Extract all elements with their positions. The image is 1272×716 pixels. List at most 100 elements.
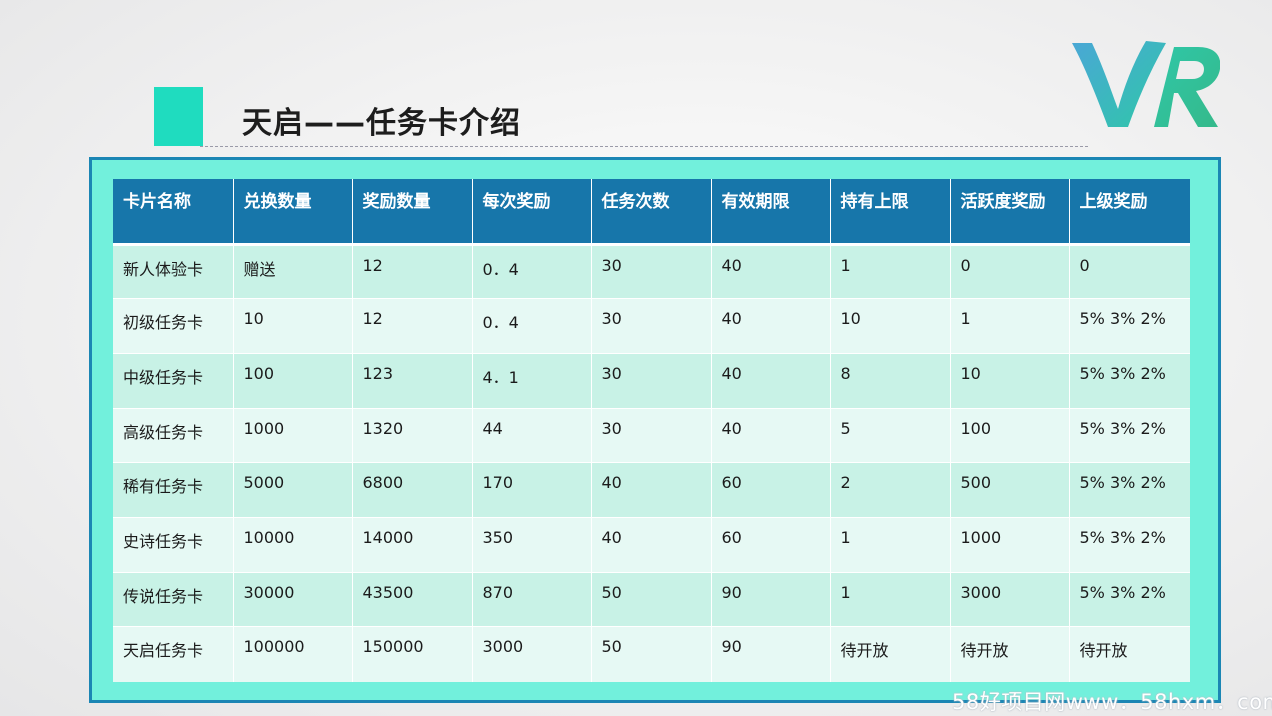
table-row: 稀有任务卡 5000 6800 170 40 60 2 500 5% 3% 2% [113, 462, 1190, 518]
table-row: 史诗任务卡 10000 14000 350 40 60 1 1000 5% 3%… [113, 516, 1190, 573]
table-cell: 44 [472, 407, 592, 463]
table-cell: 5% 3% 2% [1069, 407, 1190, 463]
table-cell: 60 [711, 516, 831, 573]
table-cell: 0．4 [472, 243, 592, 299]
table-cell: 123 [352, 352, 473, 409]
table-row: 初级任务卡 10 12 0．4 30 40 10 1 5% 3% 2% [113, 298, 1190, 354]
table-cell: 40 [711, 407, 831, 463]
table-cell: 0 [950, 243, 1070, 299]
table-cell: 5% 3% 2% [1069, 462, 1190, 518]
header-superior-reward: 上级奖励 [1069, 179, 1190, 246]
table-header-row: 卡片名称 兑换数量 奖励数量 每次奖励 任务次数 有效期限 持有上限 活跃度奖励… [113, 179, 1190, 246]
table-cell: 5% 3% 2% [1069, 352, 1190, 409]
table-cell: 5% 3% 2% [1069, 516, 1190, 573]
table-cell: 传说任务卡 [113, 571, 234, 627]
table-cell: 12 [352, 298, 473, 354]
table-cell: 1000 [950, 516, 1070, 573]
table-cell: 3000 [472, 626, 592, 682]
table-cell: 870 [472, 571, 592, 627]
table-cell: 14000 [352, 516, 473, 573]
table-cell: 43500 [352, 571, 473, 627]
table-cell: 高级任务卡 [113, 407, 234, 463]
table-cell: 1 [830, 571, 951, 627]
table-row: 天启任务卡 100000 150000 3000 50 90 待开放 待开放 待… [113, 626, 1190, 682]
table-cell: 天启任务卡 [113, 626, 234, 682]
table-cell: 40 [591, 462, 712, 518]
table-cell: 30 [591, 407, 712, 463]
table-cell: 6800 [352, 462, 473, 518]
logo-letter-v [1072, 41, 1166, 127]
table-cell: 40 [711, 352, 831, 409]
table-cell: 40 [711, 298, 831, 354]
header-task-count: 任务次数 [591, 179, 712, 246]
table-cell: 待开放 [950, 626, 1070, 682]
table-cell: 50 [591, 571, 712, 627]
header-validity: 有效期限 [711, 179, 831, 246]
table-cell: 中级任务卡 [113, 352, 234, 409]
header-reward-amount: 奖励数量 [352, 179, 473, 246]
table-cell: 150000 [352, 626, 473, 682]
table-cell: 500 [950, 462, 1070, 518]
header-exchange-amount: 兑换数量 [233, 179, 353, 246]
table-cell: 待开放 [1069, 626, 1190, 682]
table-cell: 4．1 [472, 352, 592, 409]
task-card-table-frame: 卡片名称 兑换数量 奖励数量 每次奖励 任务次数 有效期限 持有上限 活跃度奖励… [89, 157, 1221, 703]
table-cell: 100 [950, 407, 1070, 463]
header-card-name: 卡片名称 [113, 179, 234, 246]
table-cell: 史诗任务卡 [113, 516, 234, 573]
table-cell: 40 [711, 243, 831, 299]
table-cell: 100000 [233, 626, 353, 682]
table-cell: 新人体验卡 [113, 243, 234, 299]
title-divider [200, 146, 1088, 147]
table-cell: 100 [233, 352, 353, 409]
table-cell: 40 [591, 516, 712, 573]
table-cell: 30 [591, 352, 712, 409]
table-cell: 5 [830, 407, 951, 463]
header-activity-reward: 活跃度奖励 [950, 179, 1070, 246]
table-row: 高级任务卡 1000 1320 44 30 40 5 100 5% 3% 2% [113, 407, 1190, 463]
table-cell: 待开放 [830, 626, 951, 682]
page-title: 天启——任务卡介绍 [242, 106, 521, 141]
table-cell: 5% 3% 2% [1069, 298, 1190, 354]
table-cell: 170 [472, 462, 592, 518]
table-cell: 60 [711, 462, 831, 518]
table-cell: 10 [233, 298, 353, 354]
logo-text: VR [1070, 35, 1072, 36]
table-cell: 30 [591, 243, 712, 299]
table-cell: 1 [950, 298, 1070, 354]
table-cell: 初级任务卡 [113, 298, 234, 354]
table-cell: 1 [830, 243, 951, 299]
logo-letter-r [1154, 47, 1220, 127]
task-card-table: 卡片名称 兑换数量 奖励数量 每次奖励 任务次数 有效期限 持有上限 活跃度奖励… [113, 179, 1190, 682]
table-cell: 10000 [233, 516, 353, 573]
table-cell: 1000 [233, 407, 353, 463]
table-cell: 5% 3% 2% [1069, 571, 1190, 627]
table-cell: 350 [472, 516, 592, 573]
table-cell: 50 [591, 626, 712, 682]
header-holding-limit: 持有上限 [830, 179, 951, 246]
table-cell: 30 [591, 298, 712, 354]
table-cell: 2 [830, 462, 951, 518]
header-per-reward: 每次奖励 [472, 179, 592, 246]
table-row: 传说任务卡 30000 43500 870 50 90 1 3000 5% 3%… [113, 571, 1190, 627]
table-cell: 12 [352, 243, 473, 299]
table-cell: 10 [830, 298, 951, 354]
vr-logo: VR [1070, 35, 1220, 127]
table-cell: 1320 [352, 407, 473, 463]
table-cell: 30000 [233, 571, 353, 627]
table-cell: 90 [711, 571, 831, 627]
table-cell: 赠送 [233, 243, 353, 299]
table-cell: 3000 [950, 571, 1070, 627]
table-row: 中级任务卡 100 123 4．1 30 40 8 10 5% 3% 2% [113, 352, 1190, 409]
table-cell: 10 [950, 352, 1070, 409]
table-cell: 1 [830, 516, 951, 573]
table-cell: 0 [1069, 243, 1190, 299]
table-cell: 8 [830, 352, 951, 409]
table-cell: 5000 [233, 462, 353, 518]
table-cell: 0．4 [472, 298, 592, 354]
table-cell: 稀有任务卡 [113, 462, 234, 518]
table-row: 新人体验卡 赠送 12 0．4 30 40 1 0 0 [113, 243, 1190, 299]
site-watermark: 58好项目网www．58hxm．com [952, 690, 1272, 714]
title-accent-square [154, 87, 203, 146]
table-cell: 90 [711, 626, 831, 682]
